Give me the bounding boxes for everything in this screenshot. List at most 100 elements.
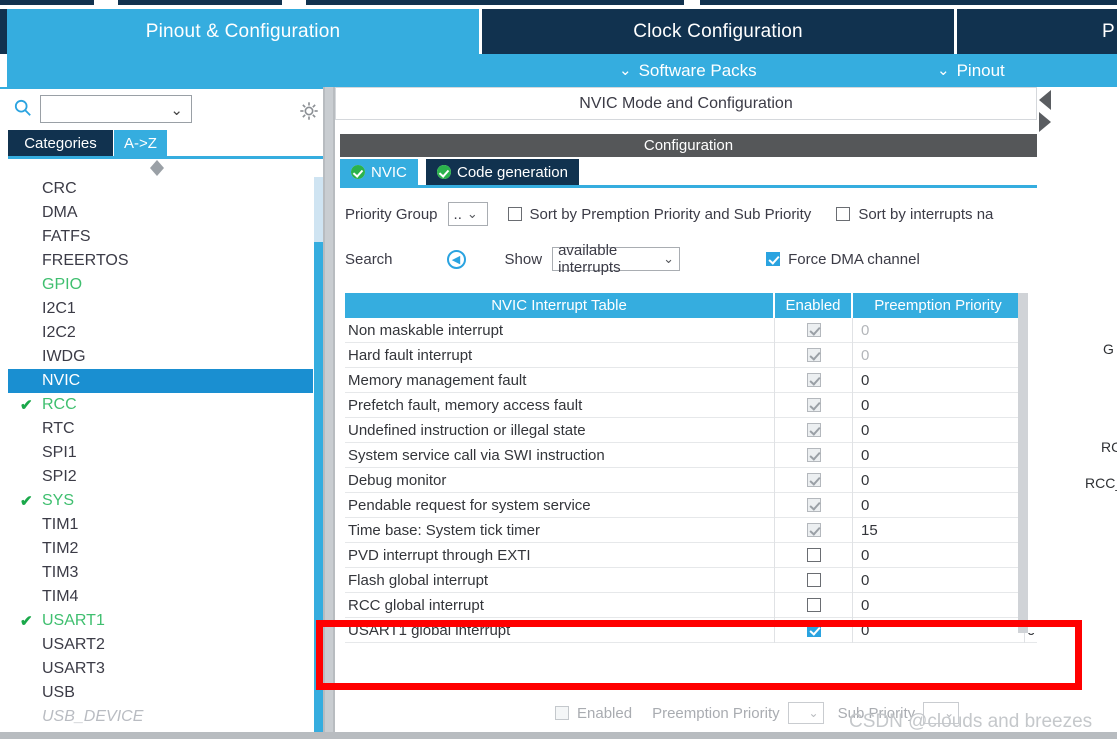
footer-preemption-label: Preemption Priority [652,704,780,722]
check-circle-icon [437,165,451,179]
sidebar-item-sys[interactable]: ✔ SYS [8,489,322,513]
table-row[interactable]: Prefetch fault, memory access fault00 [345,392,1037,418]
preemption-priority-cell[interactable]: 0 [853,342,1025,368]
sidebar-item-usb[interactable]: USB [8,681,322,705]
arrow-left-icon[interactable] [1039,90,1051,110]
table-row[interactable]: PVD interrupt through EXTI00 [345,542,1037,568]
enabled-checkbox [806,523,821,537]
priority-group-select[interactable]: .. ⌄ [447,202,488,226]
top-sliver-seg-4 [700,0,1117,5]
enabled-checkbox[interactable] [806,623,821,637]
preemption-priority-cell[interactable]: 0 [853,367,1025,393]
sidebar-item-label: USART2 [42,636,105,653]
footer-preemption-select[interactable]: ⌄ [787,702,824,724]
table-vertical-scrollbar[interactable] [1018,293,1028,633]
tab-a-to-z[interactable]: A->Z [114,130,167,156]
force-dma-checkbox[interactable] [766,252,781,266]
sidebar-item-tim4[interactable]: TIM4 [8,585,322,609]
preemption-priority-cell[interactable]: 0 [853,492,1025,518]
preemption-priority-cell[interactable]: 0 [853,542,1025,568]
enabled-checkbox[interactable] [806,573,821,587]
table-row[interactable]: USART1 global interrupt00 [345,617,1037,643]
table-row[interactable]: Time base: System tick timer150 [345,517,1037,543]
enabled-checkbox[interactable] [806,548,821,562]
sidebar-item-rcc[interactable]: ✔ RCC [8,393,322,417]
sidebar-item-i2c2[interactable]: I2C2 [8,321,322,345]
sidebar-item-tim3[interactable]: TIM3 [8,561,322,585]
enabled-checkbox [806,423,821,437]
configuration-header: Configuration [340,134,1037,157]
table-row[interactable]: Non maskable interrupt00 [345,317,1037,343]
sidebar-item-fatfs[interactable]: FATFS [8,225,322,249]
sidebar-item-label: FATFS [42,228,91,245]
enabled-cell [775,542,853,568]
preemption-priority-cell[interactable]: 0 [853,592,1025,618]
tab-pinout-configuration[interactable]: Pinout & Configuration [7,9,479,54]
tab-nvic[interactable]: NVIC [340,159,418,185]
arrow-right-icon[interactable] [1039,112,1051,132]
preemption-priority-cell[interactable]: 0 [853,467,1025,493]
interrupt-name-cell: Hard fault interrupt [345,342,775,368]
gear-icon[interactable] [298,100,320,122]
preemption-priority-cell[interactable]: 0 [853,617,1025,643]
table-row[interactable]: Memory management fault00 [345,367,1037,393]
table-row[interactable]: System service call via SWI instruction 0… [345,442,1037,468]
sidebar-item-i2c1[interactable]: I2C1 [8,297,322,321]
enabled-checkbox[interactable] [806,598,821,612]
sidebar-item-spi1[interactable]: SPI1 [8,441,322,465]
sort-premption-checkbox[interactable] [507,207,522,221]
sidebar-scroll-spinner[interactable] [0,159,322,177]
sidebar-scrollbar-thumb[interactable] [314,242,323,732]
software-packs-menu[interactable]: ⌄ Software Packs [619,54,757,87]
preemption-priority-cell[interactable]: 0 [853,317,1025,343]
tab-project-manager[interactable]: P [957,9,1117,54]
table-row[interactable]: Flash global interrupt00 [345,567,1037,593]
sidebar-item-tim1[interactable]: TIM1 [8,513,322,537]
search-collapse-icon[interactable]: ◀ [446,249,466,269]
sidebar-item-iwdg[interactable]: IWDG [8,345,322,369]
sort-interrupts-checkbox[interactable] [836,207,851,221]
sidebar-item-nvic[interactable]: NVIC [8,369,313,393]
column-header-name[interactable]: NVIC Interrupt Table [345,293,775,318]
sidebar-item-dma[interactable]: DMA [8,201,322,225]
preemption-priority-cell[interactable]: 0 [853,392,1025,418]
sidebar-item-gpio[interactable]: GPIO [8,273,322,297]
sidebar-item-freertos[interactable]: FREERTOS [8,249,322,273]
sidebar-item-usart1[interactable]: ✔ USART1 [8,609,322,633]
column-header-enabled[interactable]: Enabled [775,293,853,318]
search-input[interactable]: ⌄ [40,95,192,123]
sidebar-item-crc[interactable]: CRC [8,177,322,201]
chevron-up-icon[interactable] [150,160,164,168]
show-select[interactable]: available interrupts ⌄ [552,242,681,276]
table-row[interactable]: Debug monitor00 [345,467,1037,493]
sidebar-item-usb-device[interactable]: USB_DEVICE [8,705,322,729]
table-row[interactable]: RCC global interrupt00 [345,592,1037,618]
pinout-menu[interactable]: ⌄ Pinout [937,54,1005,87]
table-row[interactable]: Hard fault interrupt00 [345,342,1037,368]
chevron-down-icon[interactable] [150,168,164,176]
panel-nav-arrows[interactable] [1039,90,1055,132]
sort-premption-label: Sort by Premption Priority and Sub Prior… [529,205,812,223]
table-row[interactable]: Pendable request for system service00 [345,492,1037,518]
sidebar-item-label: GPIO [42,276,83,293]
preemption-priority-cell[interactable]: 0 [853,442,1025,468]
tab-clock-configuration[interactable]: Clock Configuration [482,9,954,54]
preemption-priority-cell[interactable]: 0 [853,567,1025,593]
panel-splitter[interactable] [323,87,335,739]
sidebar-search-row: ⌄ [0,91,330,127]
sidebar-item-spi2[interactable]: SPI2 [8,465,322,489]
sidebar-item-tim2[interactable]: TIM2 [8,537,322,561]
configuration-tabs-underline [340,185,1037,188]
sidebar-item-rtc[interactable]: RTC [8,417,322,441]
tab-code-generation[interactable]: Code generation [426,159,579,185]
sidebar-item-usart2[interactable]: USART2 [8,633,322,657]
column-header-preemption[interactable]: Preemption Priority [853,293,1025,318]
preemption-priority-cell[interactable]: 0 [853,417,1025,443]
tab-categories[interactable]: Categories [8,130,113,156]
footer-enabled-checkbox[interactable] [555,706,569,720]
peripheral-sidebar: ⌄ Categories A->Z CRC DMA FATFS FREERTOS… [0,87,330,732]
peripheral-list[interactable]: CRC DMA FATFS FREERTOS GPIO I2C1 I2C2 IWDG NVIC ✔… [8,177,322,732]
table-row[interactable]: Undefined instruction or illegal state00 [345,417,1037,443]
sidebar-item-usart3[interactable]: USART3 [8,657,322,681]
preemption-priority-cell[interactable]: 15 [853,517,1025,543]
